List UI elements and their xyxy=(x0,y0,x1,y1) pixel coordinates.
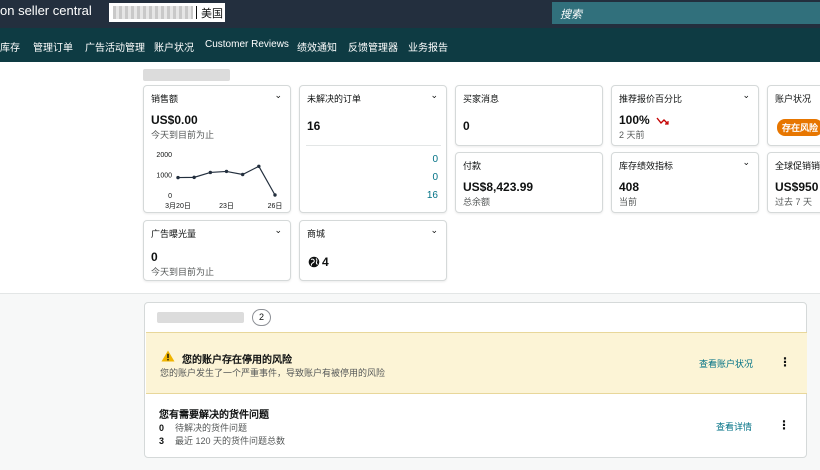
store-country-label: 美国 xyxy=(201,7,223,20)
more-options-icon[interactable]: ⋮ xyxy=(779,355,791,369)
page-title-redacted xyxy=(143,69,230,81)
card-payments[interactable]: 付款 US$8,423.99 总余额 xyxy=(455,152,603,213)
shipment-issue-title: 您有需要解决的货件问题 xyxy=(159,410,269,421)
order-count-link[interactable]: 0 xyxy=(432,172,438,183)
divider xyxy=(306,145,441,146)
card-global-promotions[interactable]: 全球促销销售 US$950 过去 7 天 xyxy=(767,152,820,213)
panel-title-redacted xyxy=(157,312,244,323)
nav-item-campaign-manager[interactable]: 广告活动管理 xyxy=(85,39,145,54)
nav-item-customer-reviews[interactable]: Customer Reviews xyxy=(205,39,289,50)
card-title: 推荐报价百分比 xyxy=(619,94,683,104)
shipment-issue-line: 3 最近 120 天的货件问题总数 xyxy=(159,434,285,447)
chevron-down-icon[interactable]: ⌄ xyxy=(742,90,750,101)
issue-text: 待解决的货件问题 xyxy=(175,423,248,433)
card-title: 广告曝光量 xyxy=(151,229,197,239)
card-marketplaces[interactable]: 商城 ⌄ 4 xyxy=(299,220,447,281)
view-details-link[interactable]: 查看详情 xyxy=(716,420,752,433)
store-separator xyxy=(196,6,197,19)
account-risk-alert: 您的账户存在停用的风险 您的账户发生了一个严重事件，导致账户有被停用的风险 查看… xyxy=(146,332,807,394)
chevron-down-icon[interactable]: ⌄ xyxy=(274,90,282,101)
card-value: US$950 xyxy=(775,180,819,194)
card-value: 0 xyxy=(151,250,158,264)
alert-description: 您的账户发生了一个严重事件，导致账户有被停用的风险 xyxy=(160,368,386,378)
chevron-down-icon[interactable]: ⌄ xyxy=(430,90,438,101)
chevron-down-icon[interactable]: ⌄ xyxy=(430,225,438,236)
nav-item-performance-notifications[interactable]: 绩效通知 xyxy=(297,39,337,54)
data-point[interactable] xyxy=(208,170,213,175)
card-subtitle: 当前 xyxy=(619,197,638,207)
data-point[interactable] xyxy=(257,164,261,168)
data-point[interactable] xyxy=(224,169,229,174)
x-tick-label: 26日 xyxy=(268,202,283,210)
card-title: 商城 xyxy=(307,229,326,239)
y-tick-label: 1000 xyxy=(156,173,172,180)
card-open-orders[interactable]: 未解决的订单 ⌄ 16 0 0 16 xyxy=(299,85,447,213)
card-featured-offer[interactable]: 推荐报价百分比 ⌄ 100% 2 天前 xyxy=(611,85,759,146)
card-title: 账户状况 xyxy=(775,94,812,104)
sales-line-chart: 0 1000 2000 3月20日 23日 26日 xyxy=(156,152,283,210)
card-title: 库存绩效指标 xyxy=(619,161,674,171)
card-value: 4 xyxy=(322,255,329,269)
card-subtitle: 过去 7 天 xyxy=(775,197,813,207)
data-point[interactable] xyxy=(273,193,277,197)
nav-item-business-reports[interactable]: 业务报告 xyxy=(408,39,448,54)
data-point[interactable] xyxy=(192,175,196,180)
action-required-panel: 2 您的账户存在停用的风险 您的账户发生了一个严重事件，导致账户有被停用的风险 … xyxy=(144,302,807,458)
card-title: 买家消息 xyxy=(463,94,500,104)
shipment-issue-line: 0 待解决的货件问题 xyxy=(159,421,247,434)
trend-down-icon xyxy=(656,117,669,125)
view-account-health-link[interactable]: 查看账户状况 xyxy=(699,357,753,370)
order-count-link[interactable]: 16 xyxy=(427,190,438,201)
globe-icon xyxy=(308,256,320,268)
store-selector[interactable]: 美国 xyxy=(109,3,225,22)
card-title: 销售额 xyxy=(151,94,179,104)
x-tick-label: 3月20日 xyxy=(165,202,191,210)
chevron-down-icon[interactable]: ⌄ xyxy=(274,225,282,236)
card-value: US$0.00 xyxy=(151,113,198,127)
card-value: 408 xyxy=(619,180,640,194)
card-value: 100% xyxy=(619,113,650,127)
alert-title: 您的账户存在停用的风险 xyxy=(182,355,292,366)
data-point[interactable] xyxy=(176,175,180,180)
issue-text: 最近 120 天的货件问题总数 xyxy=(175,436,286,446)
status-badge: 存在风险 xyxy=(777,119,820,136)
card-account-health[interactable]: 账户状况 存在风险 xyxy=(767,85,820,146)
card-value: 0 xyxy=(463,119,470,133)
card-ad-impressions[interactable]: 广告曝光量 ⌄ 0 今天到目前为止 xyxy=(143,220,291,281)
nav-item-inventory[interactable]: 库存 xyxy=(0,39,20,54)
issue-count: 0 xyxy=(159,423,165,433)
store-name-redacted xyxy=(113,6,193,19)
y-tick-label: 2000 xyxy=(156,152,172,159)
card-sales[interactable]: 销售额 ⌄ US$0.00 今天到目前为止 0 1000 2000 3月20日 23日 2… xyxy=(143,85,291,213)
issue-count: 3 xyxy=(159,436,165,446)
card-value: US$8,423.99 xyxy=(463,180,534,194)
more-options-icon[interactable]: ⋮ xyxy=(778,418,790,432)
card-title: 付款 xyxy=(463,161,482,171)
top-bar: on seller central 美国 搜索 xyxy=(0,0,820,28)
warning-icon xyxy=(161,350,175,362)
card-subtitle: 今天到目前为止 xyxy=(151,130,215,140)
card-subtitle: 今天到目前为止 xyxy=(151,267,215,277)
x-tick-label: 23日 xyxy=(219,202,234,210)
nav-item-account-health[interactable]: 账户状况 xyxy=(154,39,194,54)
nav-item-manage-orders[interactable]: 管理订单 xyxy=(33,39,73,54)
search-input[interactable]: 搜索 xyxy=(552,2,820,24)
card-title: 未解决的订单 xyxy=(307,94,362,104)
action-count-badge: 2 xyxy=(252,309,271,326)
y-tick-label: 0 xyxy=(168,193,172,200)
nav-item-feedback-manager[interactable]: 反馈管理器 xyxy=(348,39,398,54)
card-buyer-messages[interactable]: 买家消息 0 xyxy=(455,85,603,146)
brand-logo[interactable]: on seller central xyxy=(0,3,92,18)
card-value: 16 xyxy=(307,119,321,133)
card-subtitle: 2 天前 xyxy=(619,130,645,140)
card-subtitle: 总余额 xyxy=(463,197,491,207)
chevron-down-icon[interactable]: ⌄ xyxy=(742,157,750,168)
data-point[interactable] xyxy=(240,172,245,177)
main-nav: 库存 管理订单 广告活动管理 账户状况 Customer Reviews 绩效通… xyxy=(0,28,820,62)
card-title: 全球促销销售 xyxy=(775,161,820,171)
card-inventory-performance[interactable]: 库存绩效指标 ⌄ 408 当前 xyxy=(611,152,759,213)
order-count-link[interactable]: 0 xyxy=(432,154,438,165)
